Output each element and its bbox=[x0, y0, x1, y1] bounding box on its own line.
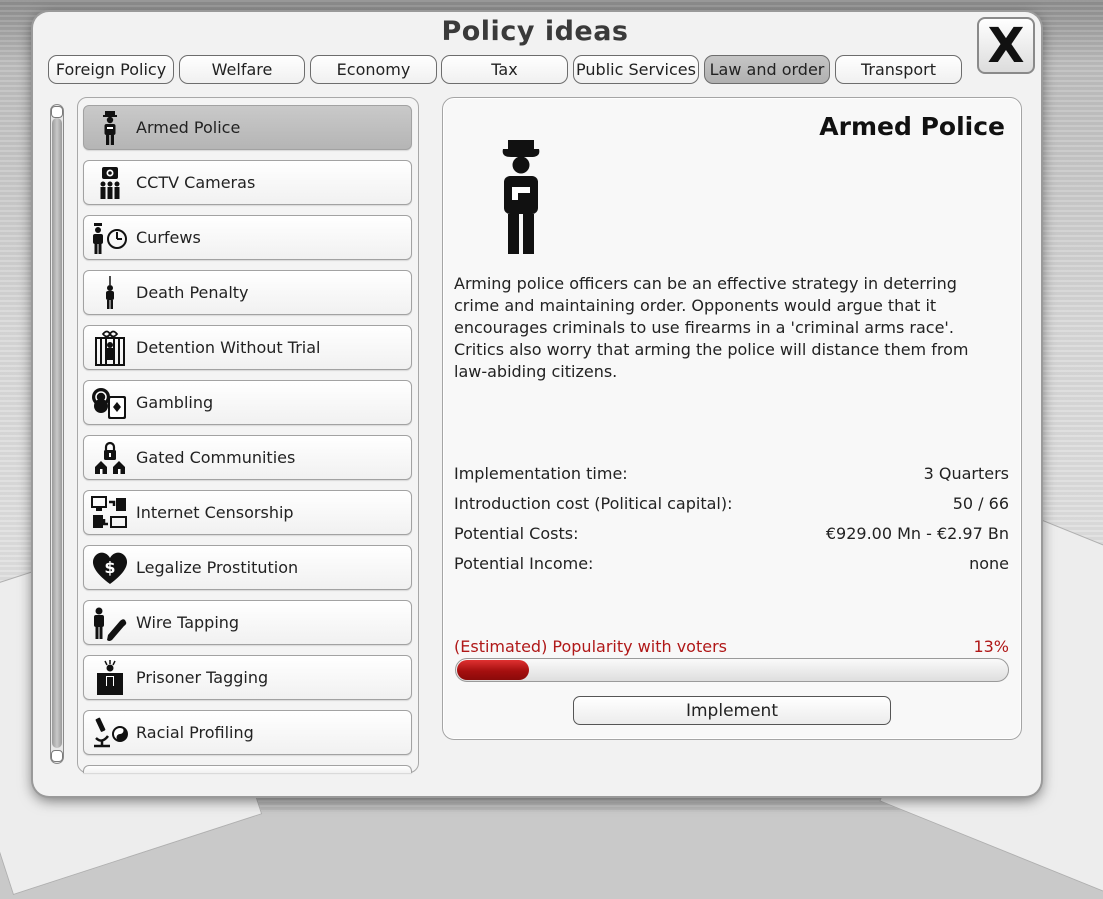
stat-label: Implementation time: bbox=[454, 464, 628, 483]
tab-welfare[interactable]: Welfare bbox=[179, 55, 305, 84]
stat-introduction-cost: Introduction cost (Political capital): 5… bbox=[454, 494, 1009, 513]
tab-foreign-policy[interactable]: Foreign Policy bbox=[48, 55, 174, 84]
heart-dollar-icon: $ bbox=[84, 545, 136, 590]
policy-item-gated-communities[interactable]: Gated Communities bbox=[83, 435, 412, 480]
policy-item-label: Legalize Prostitution bbox=[136, 558, 299, 577]
hanging-icon bbox=[84, 270, 136, 315]
prison-bars-icon bbox=[84, 325, 136, 370]
microscope-yinyang-icon bbox=[84, 710, 136, 755]
locked-houses-icon bbox=[84, 435, 136, 480]
policy-item-label: Internet Censorship bbox=[136, 503, 294, 522]
implement-button[interactable]: Implement bbox=[573, 696, 891, 725]
policy-item-gambling[interactable]: Gambling bbox=[83, 380, 412, 425]
policy-item-label: CCTV Cameras bbox=[136, 173, 256, 192]
stat-value: none bbox=[969, 554, 1009, 573]
policy-item-label: Death Penalty bbox=[136, 283, 249, 302]
tab-transport[interactable]: Transport bbox=[835, 55, 962, 84]
stat-label: Introduction cost (Political capital): bbox=[454, 494, 733, 513]
tagged-prisoner-icon bbox=[84, 655, 136, 700]
svg-text:$: $ bbox=[104, 558, 115, 577]
policy-detail-panel: Armed Police Arming police officers can … bbox=[442, 97, 1022, 740]
policy-item-racial-profiling[interactable]: Racial Profiling bbox=[83, 710, 412, 755]
coins-cards-icon bbox=[84, 380, 136, 425]
popularity-bar-fill bbox=[457, 660, 529, 680]
policy-item-death-penalty[interactable]: Death Penalty bbox=[83, 270, 412, 315]
scroll-up-button[interactable] bbox=[51, 106, 63, 118]
policy-item-label: Gated Communities bbox=[136, 448, 296, 467]
tab-economy[interactable]: Economy bbox=[310, 55, 437, 84]
policy-item-wire-tapping[interactable]: Wire Tapping bbox=[83, 600, 412, 645]
stat-potential-income: Potential Income: none bbox=[454, 554, 1009, 573]
stat-implementation-time: Implementation time: 3 Quarters bbox=[454, 464, 1009, 483]
stat-label: Potential Income: bbox=[454, 554, 594, 573]
policy-item-detention-without-trial[interactable]: Detention Without Trial bbox=[83, 325, 412, 370]
tab-law-and-order[interactable]: Law and order bbox=[704, 55, 830, 84]
policy-item-internet-censorship[interactable]: Internet Censorship bbox=[83, 490, 412, 535]
tab-tax[interactable]: Tax bbox=[441, 55, 568, 84]
scrollbar-thumb[interactable] bbox=[52, 118, 62, 748]
popularity-value: 13% bbox=[973, 637, 1009, 656]
policy-item-legalize-prostitution[interactable]: $ Legalize Prostitution bbox=[83, 545, 412, 590]
popularity-bar bbox=[455, 658, 1009, 682]
tab-public-services[interactable]: Public Services bbox=[573, 55, 699, 84]
policy-item-label: Prisoner Tagging bbox=[136, 668, 269, 687]
stat-value: 3 Quarters bbox=[923, 464, 1009, 483]
clock-icon bbox=[84, 215, 136, 260]
policy-item-label: Gambling bbox=[136, 393, 214, 412]
policy-item-label: Wire Tapping bbox=[136, 613, 240, 632]
popularity-label: (Estimated) Popularity with voters bbox=[454, 637, 727, 656]
policy-item-label: Racial Profiling bbox=[136, 723, 254, 742]
policy-item-label: Curfews bbox=[136, 228, 201, 247]
policy-item-label: Detention Without Trial bbox=[136, 338, 321, 357]
stat-value: 50 / 66 bbox=[952, 494, 1009, 513]
policy-item-curfews[interactable]: Curfews bbox=[83, 215, 412, 260]
computers-icon bbox=[84, 490, 136, 535]
stat-potential-costs: Potential Costs: €929.00 Mn - €2.97 Bn bbox=[454, 524, 1009, 543]
policy-item-prisoner-tagging[interactable]: Prisoner Tagging bbox=[83, 655, 412, 700]
policy-item-partial[interactable] bbox=[83, 765, 412, 773]
stat-label: Potential Costs: bbox=[454, 524, 579, 543]
police-gun-icon bbox=[84, 105, 136, 150]
close-button[interactable]: X bbox=[977, 17, 1035, 74]
scroll-down-button[interactable] bbox=[51, 750, 63, 762]
policy-item-cctv-cameras[interactable]: CCTV Cameras bbox=[83, 160, 412, 205]
phone-icon bbox=[84, 600, 136, 645]
police-gun-icon bbox=[495, 140, 547, 258]
policy-item-armed-police[interactable]: Armed Police bbox=[83, 105, 412, 150]
window-title: Policy ideas bbox=[441, 16, 629, 47]
popularity-row: (Estimated) Popularity with voters 13% bbox=[454, 637, 1009, 656]
policy-item-label: Armed Police bbox=[136, 118, 241, 137]
cctv-icon bbox=[84, 160, 136, 205]
policy-description: Arming police officers can be an effecti… bbox=[454, 274, 969, 381]
policy-detail-title: Armed Police bbox=[819, 112, 1005, 141]
stat-value: €929.00 Mn - €2.97 Bn bbox=[825, 524, 1009, 543]
